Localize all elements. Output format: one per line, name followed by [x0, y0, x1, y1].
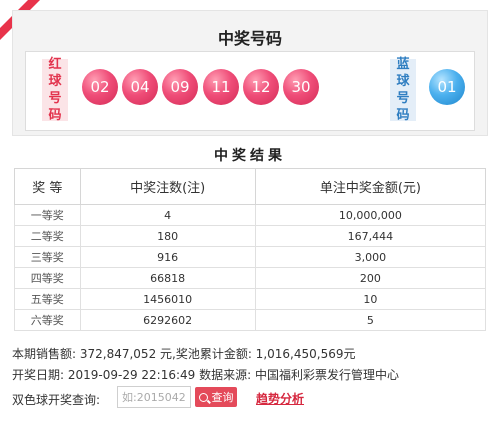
prize-amount: 10 [254, 288, 487, 310]
table-row: 五等奖 1456010 10 [14, 288, 487, 310]
red-label-char: 号 [48, 91, 62, 106]
header-amount: 单注中奖金额(元) [254, 168, 487, 205]
prize-level: 三等奖 [14, 246, 81, 268]
query-button-label: 查询 [211, 391, 234, 404]
header-count: 中奖注数(注) [79, 168, 256, 205]
header-level: 奖 等 [14, 168, 81, 205]
prize-level: 二等奖 [14, 225, 81, 247]
red-ball-3: 09 [162, 69, 198, 105]
prize-level: 四等奖 [14, 267, 81, 289]
prize-level: 五等奖 [14, 288, 81, 310]
winner-count: 1456010 [79, 288, 256, 310]
red-label-char: 码 [48, 108, 62, 123]
query-button[interactable]: 查询 [195, 387, 237, 407]
prize-amount: 10,000,000 [254, 204, 487, 226]
red-ball-6: 30 [283, 69, 319, 105]
trend-analysis-link[interactable]: 趋势分析 [256, 390, 304, 407]
table-row: 四等奖 66818 200 [14, 267, 487, 289]
blue-label-char: 号 [396, 91, 410, 106]
prize-level: 一等奖 [14, 204, 81, 226]
blue-ball: 01 [429, 69, 465, 105]
winner-count: 4 [79, 204, 256, 226]
red-ball-1: 02 [82, 69, 118, 105]
red-ball-2: 04 [122, 69, 158, 105]
table-header-row: 奖 等 中奖注数(注) 单注中奖金额(元) [14, 168, 487, 205]
blue-label-char: 球 [396, 74, 410, 89]
issue-search-input[interactable] [117, 386, 191, 408]
results-title: 中奖结果 [214, 148, 286, 164]
winner-count: 916 [79, 246, 256, 268]
blue-label-char: 蓝 [396, 57, 410, 72]
winner-count: 180 [79, 225, 256, 247]
prize-amount: 200 [254, 267, 487, 289]
draw-date-info: 开奖日期: 2019-09-29 22:16:49 数据来源: 中国福利彩票发行… [12, 368, 399, 382]
red-ball-4: 11 [203, 69, 239, 105]
winner-count: 6292602 [79, 309, 256, 331]
winning-numbers-panel: 中奖号码 红 球 号 码 02 04 09 11 12 30 蓝 球 号 码 0… [12, 10, 488, 136]
red-ball-label: 红 球 号 码 [42, 57, 68, 123]
sales-info: 本期销售额: 372,847,052 元,奖池累计金额: 1,016,450,5… [12, 347, 356, 361]
blue-label-char: 码 [396, 108, 410, 123]
prize-level: 六等奖 [14, 309, 81, 331]
prize-amount: 5 [254, 309, 487, 331]
search-icon [198, 392, 208, 402]
table-row: 三等奖 916 3,000 [14, 246, 487, 268]
red-label-char: 球 [48, 74, 62, 89]
balls-box: 红 球 号 码 02 04 09 11 12 30 蓝 球 号 码 01 [25, 51, 475, 131]
prize-amount: 3,000 [254, 246, 487, 268]
query-label: 双色球开奖查询: [12, 393, 101, 407]
prize-table: 奖 等 中奖注数(注) 单注中奖金额(元) 一等奖 4 10,000,000 二… [14, 168, 487, 331]
table-row: 六等奖 6292602 5 [14, 309, 487, 331]
table-row: 二等奖 180 167,444 [14, 225, 487, 247]
red-label-char: 红 [48, 57, 62, 72]
blue-ball-label: 蓝 球 号 码 [390, 57, 416, 123]
winning-numbers-title: 中奖号码 [217, 29, 282, 48]
winner-count: 66818 [79, 267, 256, 289]
table-row: 一等奖 4 10,000,000 [14, 204, 487, 226]
red-ball-5: 12 [243, 69, 279, 105]
prize-amount: 167,444 [254, 225, 487, 247]
